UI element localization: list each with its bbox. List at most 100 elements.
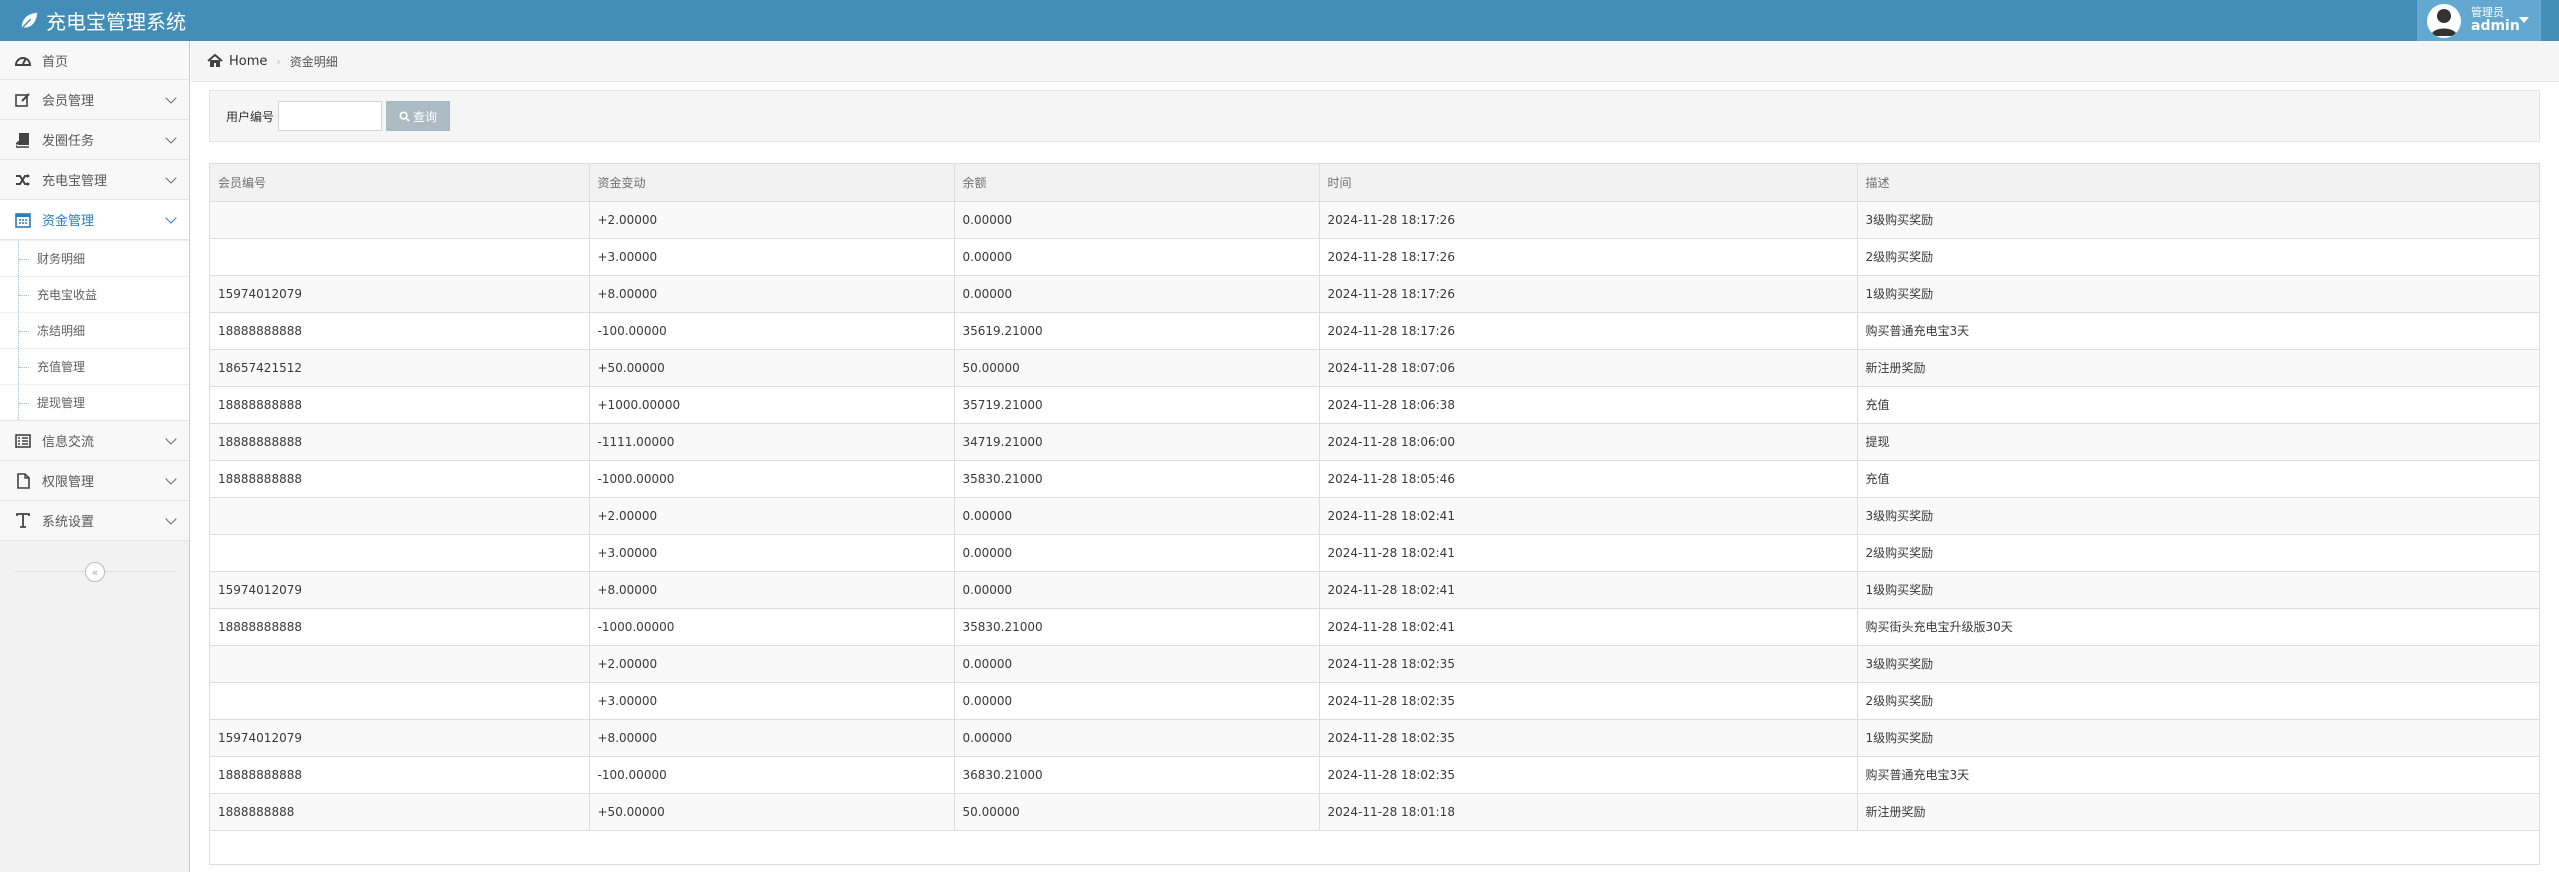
table-cell: 2024-11-28 18:02:41 <box>1318 496 1858 535</box>
table-row: 18888888888 -1000.00000 35830.21000 2024-11… <box>210 607 2539 646</box>
table-cell: 0.00000 <box>953 644 1320 683</box>
sidebar-item-powerbank[interactable]: 充电宝管理 <box>0 160 189 200</box>
table-cell: -100.00000 <box>588 311 955 350</box>
table-cell: 34719.21000 <box>953 422 1320 461</box>
submenu-item-recharge[interactable]: 充值管理 <box>0 348 189 384</box>
breadcrumb-home-link[interactable]: Home <box>229 54 267 69</box>
table-cell: 2024-11-28 18:02:41 <box>1318 570 1858 609</box>
breadcrumb-current: 资金明细 <box>289 54 338 69</box>
chevron-down-icon <box>165 132 177 144</box>
table-row: +2.00000 0.00000 2024-11-28 18:17:26 3级购买奖励 <box>210 200 2539 239</box>
table-cell <box>210 200 590 239</box>
table-cell: +50.00000 <box>588 792 955 831</box>
table-cell: 2024-11-28 18:01:18 <box>1318 792 1858 831</box>
table-cell: 2024-11-28 18:17:26 <box>1318 311 1858 350</box>
table-row: +3.00000 0.00000 2024-11-28 18:17:26 2级购买奖励 <box>210 237 2539 276</box>
column-header: 会员编号 <box>210 164 590 202</box>
table-cell: +8.00000 <box>588 718 955 757</box>
table-cell: 2024-11-28 18:17:26 <box>1318 200 1858 239</box>
search-button[interactable]: 查询 <box>386 101 451 131</box>
table-cell: 18657421512 <box>210 348 590 387</box>
table-cell: 3级购买奖励 <box>1856 644 2539 683</box>
submenu-item-withdraw[interactable]: 提现管理 <box>0 384 189 420</box>
user-id-input[interactable] <box>278 101 383 131</box>
sidebar-item-funds[interactable]: 资金管理 <box>0 200 189 240</box>
sidebar-item-permissions[interactable]: 权限管理 <box>0 461 189 501</box>
calendar-icon <box>14 211 32 229</box>
sidebar-item-tasks[interactable]: 发圈任务 <box>0 120 189 160</box>
sidebar-item-settings[interactable]: 系统设置 <box>0 501 189 541</box>
table-body: +2.00000 0.00000 2024-11-28 18:17:26 3级购买奖励… <box>210 200 2539 831</box>
table-cell: 2024-11-28 18:02:41 <box>1318 533 1858 572</box>
submenu-item-powerbank-income[interactable]: 充电宝收益 <box>0 276 189 312</box>
table-cell: 2024-11-28 18:06:00 <box>1318 422 1858 461</box>
sidebar-item-label: 会员管理 <box>42 94 95 109</box>
table-cell: 1级购买奖励 <box>1856 570 2539 609</box>
table-cell: 50.00000 <box>953 792 1320 831</box>
table-cell: 18888888888 <box>210 422 590 461</box>
dashboard-icon <box>14 51 32 69</box>
table-cell: +8.00000 <box>588 274 955 313</box>
leaf-icon <box>20 12 38 30</box>
sidebar-item-label: 首页 <box>42 54 69 70</box>
double-angle-left-icon[interactable]: « <box>85 562 105 582</box>
table-cell: 18888888888 <box>210 755 590 794</box>
chevron-down-icon <box>165 212 177 224</box>
breadcrumb-separator-icon: › <box>276 54 281 68</box>
table-cell <box>210 496 590 535</box>
brand[interactable]: 充电宝管理系统 <box>18 0 186 41</box>
table-cell: 提现 <box>1856 422 2539 461</box>
user-menu[interactable]: 管理员 admin <box>2417 0 2541 41</box>
table-cell: +3.00000 <box>588 681 955 720</box>
submenu-item-frozen-detail[interactable]: 冻结明细 <box>0 312 189 348</box>
table-cell: 2024-11-28 18:06:38 <box>1318 385 1858 424</box>
table-cell: 2024-11-28 18:02:35 <box>1318 755 1858 794</box>
table-cell <box>210 681 590 720</box>
search-icon <box>399 110 410 122</box>
table-cell: +2.00000 <box>588 644 955 683</box>
table-cell: 0.00000 <box>953 274 1320 313</box>
table-row: 18888888888 +1000.00000 35719.21000 2024-11… <box>210 385 2539 424</box>
home-icon <box>207 54 223 67</box>
table-cell: 充值 <box>1856 459 2539 498</box>
submenu-item-finance-detail[interactable]: 财务明细 <box>0 240 189 276</box>
table-cell: 18888888888 <box>210 311 590 350</box>
table-cell: 0.00000 <box>953 533 1320 572</box>
table-cell: 18888888888 <box>210 459 590 498</box>
app-title: 充电宝管理系统 <box>46 10 186 34</box>
table-row: 18888888888 -100.00000 35619.21000 2024-11-… <box>210 311 2539 350</box>
chevron-down-icon <box>165 473 177 485</box>
sidebar-item-home[interactable]: 首页 <box>0 41 189 80</box>
table-row: 18888888888 -1111.00000 34719.21000 2024-11… <box>210 422 2539 461</box>
table-row: 1888888888 +50.00000 50.00000 2024-11-28 18… <box>210 792 2539 831</box>
sidebar-item-label: 权限管理 <box>42 475 95 490</box>
text-icon <box>14 512 32 530</box>
breadcrumb: Home › 资金明细 <box>191 41 2559 82</box>
table-cell: 2024-11-28 18:17:26 <box>1318 274 1858 313</box>
sidebar-item-members[interactable]: 会员管理 <box>0 80 189 120</box>
table-cell: 0.00000 <box>953 496 1320 535</box>
table-row: 18888888888 -100.00000 36830.21000 2024-11-… <box>210 755 2539 794</box>
column-header: 资金变动 <box>588 164 955 202</box>
column-header: 余额 <box>953 164 1320 202</box>
file-icon <box>14 472 32 490</box>
table-cell: 0.00000 <box>953 237 1320 276</box>
table-cell: -1000.00000 <box>588 459 955 498</box>
table-cell: 0.00000 <box>953 681 1320 720</box>
edit-icon <box>14 91 32 109</box>
top-navbar: 充电宝管理系统 管理员 admin <box>0 0 2559 41</box>
table-row: +2.00000 0.00000 2024-11-28 18:02:35 3级购买奖励 <box>210 644 2539 683</box>
column-header: 时间 <box>1318 164 1858 202</box>
sidebar-item-messages[interactable]: 信息交流 <box>0 421 189 461</box>
book-icon <box>14 131 32 149</box>
table-cell: 18888888888 <box>210 385 590 424</box>
table-cell: 新注册奖励 <box>1856 348 2539 387</box>
chevron-down-icon <box>165 513 177 525</box>
table-cell: 0.00000 <box>953 570 1320 609</box>
table-cell: 0.00000 <box>953 200 1320 239</box>
chevron-down-icon <box>165 172 177 184</box>
table-cell: 36830.21000 <box>953 755 1320 794</box>
search-button-label: 查询 <box>413 109 438 124</box>
sidebar-item-label: 系统设置 <box>42 515 95 530</box>
table-row: 15974012079 +8.00000 0.00000 2024-11-28 18:… <box>210 718 2539 757</box>
